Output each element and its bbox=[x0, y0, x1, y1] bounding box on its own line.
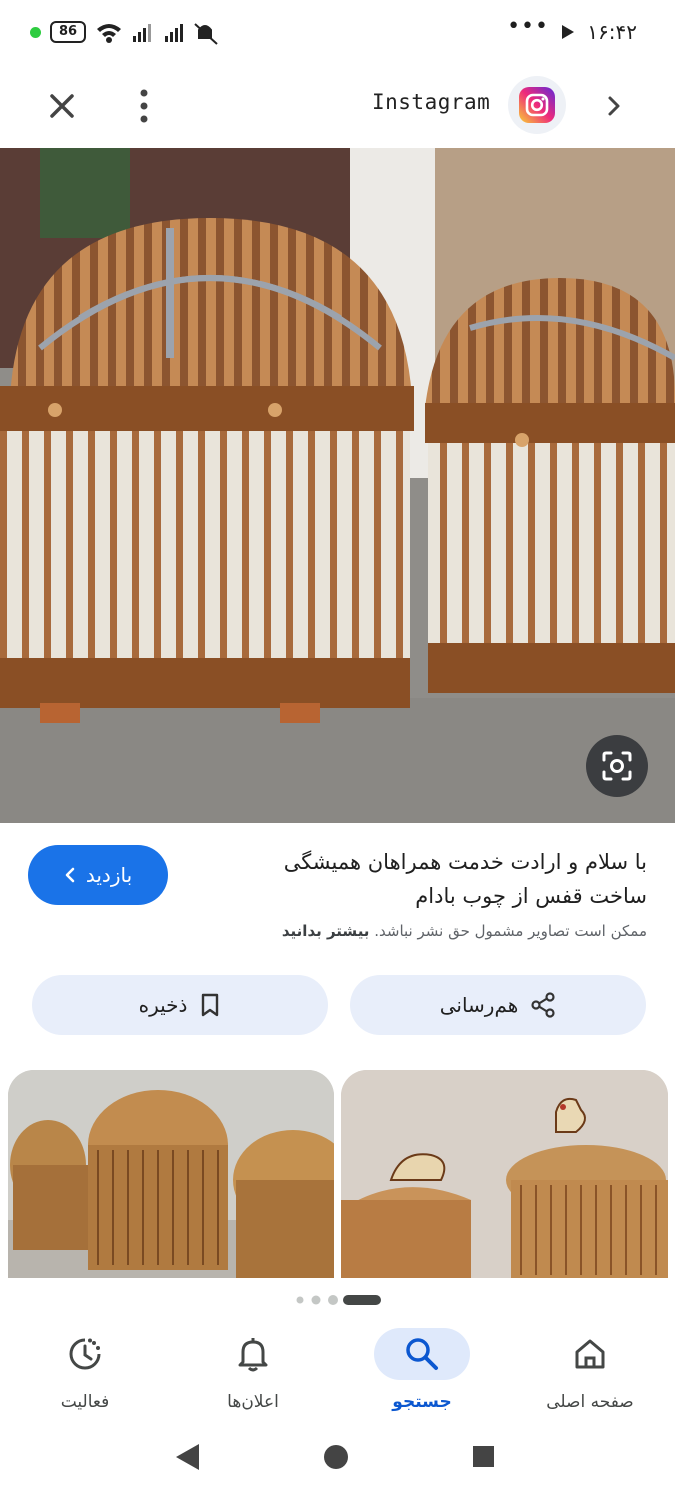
cell-signal-icon bbox=[133, 24, 151, 42]
pager-dot bbox=[296, 1296, 304, 1304]
home-icon bbox=[575, 1339, 605, 1369]
play-icon bbox=[562, 25, 574, 39]
status-bar: 86 ••• ۱۶:۴۲ bbox=[0, 0, 675, 64]
lens-icon bbox=[602, 751, 632, 781]
share-label: هم‌رسانی bbox=[439, 993, 519, 1017]
clock: ۱۶:۴۲ bbox=[587, 20, 637, 44]
disclaimer-text: ممکن است تصاویر مشمول حق نشر نباشد. bbox=[374, 922, 647, 940]
nav-home-label: صفحه اصلی bbox=[546, 1392, 634, 1412]
chevron-right-icon[interactable] bbox=[600, 92, 628, 120]
close-icon[interactable] bbox=[44, 88, 80, 124]
nav-home[interactable]: صفحه اصلی bbox=[510, 1318, 670, 1428]
overflow-indicator: ••• bbox=[507, 14, 549, 39]
instagram-icon bbox=[519, 87, 555, 123]
pager-dot bbox=[311, 1295, 321, 1305]
nav-notifications[interactable]: اعلان‌ها bbox=[173, 1318, 333, 1428]
activity-icon bbox=[69, 1338, 101, 1370]
share-button[interactable]: هم‌رسانی bbox=[350, 975, 646, 1035]
bookmark-icon bbox=[202, 993, 219, 1017]
pager-dot-active bbox=[343, 1295, 381, 1305]
lens-search-button[interactable] bbox=[586, 735, 648, 797]
visit-label: بازدید bbox=[85, 863, 133, 887]
back-icon[interactable] bbox=[176, 1444, 199, 1470]
bell-icon bbox=[238, 1338, 268, 1372]
related-image-1[interactable] bbox=[8, 1070, 334, 1278]
signal-icons bbox=[97, 23, 218, 45]
system-navigation-bar bbox=[176, 1444, 494, 1470]
wifi-icon bbox=[97, 24, 121, 43]
more-vert-icon[interactable] bbox=[132, 86, 156, 126]
save-button[interactable]: ذخیره bbox=[32, 975, 328, 1035]
nav-search[interactable]: جستجو bbox=[342, 1318, 502, 1428]
mute-bell-icon bbox=[194, 23, 218, 45]
home-button-icon[interactable] bbox=[324, 1445, 348, 1469]
main-image-birdcages[interactable] bbox=[0, 148, 675, 823]
related-image-2[interactable] bbox=[341, 1070, 668, 1278]
save-label: ذخیره bbox=[138, 993, 188, 1017]
pager-dot bbox=[328, 1295, 338, 1305]
nav-activity-label: فعالیت bbox=[60, 1392, 110, 1412]
nav-search-label: جستجو bbox=[392, 1392, 452, 1412]
nav-activity[interactable]: فعالیت bbox=[5, 1318, 165, 1428]
copyright-disclaimer: ممکن است تصاویر مشمول حق نشر نباشد. بیشت… bbox=[187, 922, 647, 940]
visit-button[interactable]: بازدید bbox=[28, 845, 168, 905]
pager-dots bbox=[296, 1295, 381, 1305]
bottom-navigation: فعالیت اعلان‌ها جستجو صفحه اصلی bbox=[0, 1318, 675, 1428]
cell-signal-2-icon bbox=[165, 24, 183, 42]
battery-indicator: 86 bbox=[50, 21, 86, 43]
nav-notifications-label: اعلان‌ها bbox=[227, 1392, 279, 1412]
share-icon bbox=[531, 992, 555, 1018]
recents-icon[interactable] bbox=[473, 1446, 494, 1467]
result-title: با سلام و ارادت خدمت همراهان همیشگی ساخت… bbox=[283, 850, 647, 908]
chevron-left-icon bbox=[65, 867, 75, 883]
source-name[interactable]: Instagram bbox=[372, 90, 490, 114]
search-icon bbox=[406, 1338, 438, 1370]
recording-dot-icon bbox=[30, 27, 41, 38]
header: Instagram bbox=[0, 64, 675, 146]
learn-more-link[interactable]: بیشتر بدانید bbox=[282, 922, 370, 940]
instagram-logo[interactable] bbox=[508, 76, 566, 134]
related-images bbox=[0, 1070, 675, 1278]
